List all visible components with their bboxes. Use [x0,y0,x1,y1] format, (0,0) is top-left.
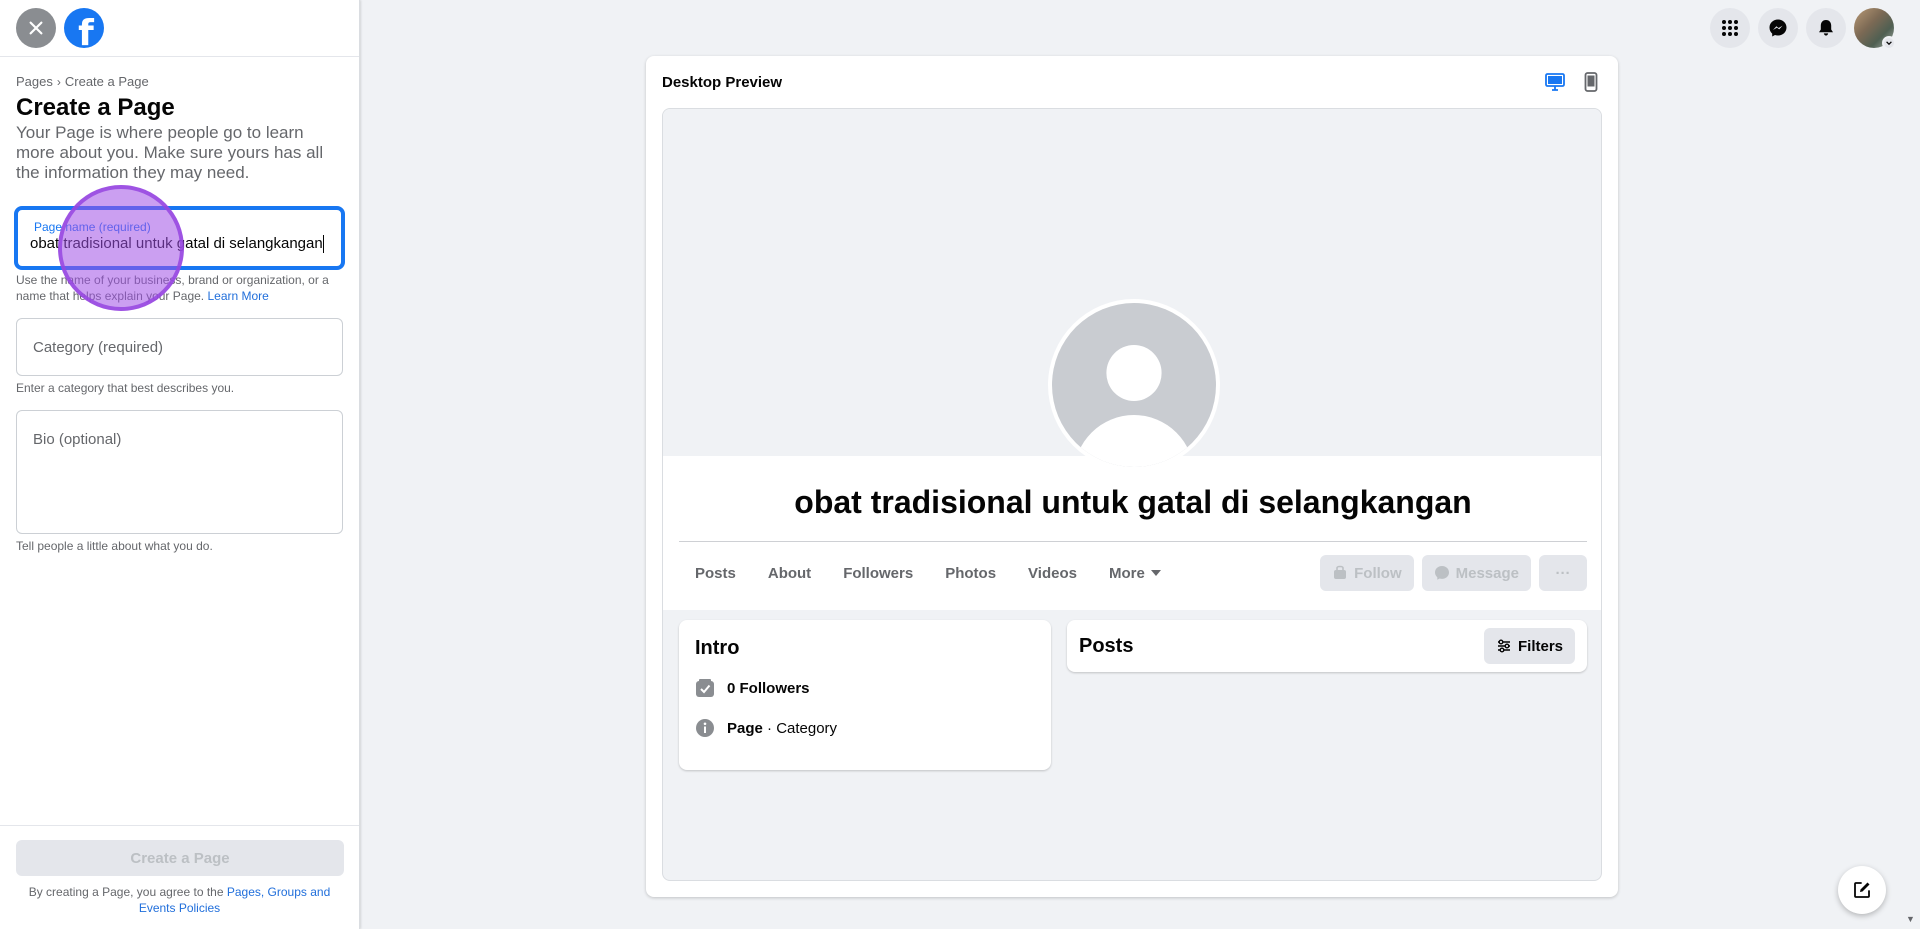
device-toggles [1544,71,1602,93]
panel-footer: Create a Page By creating a Page, you ag… [0,825,359,929]
create-page-panel: f Pages › Create a Page Create a Page Yo… [0,0,360,929]
preview-header: Desktop Preview [646,56,1618,108]
category-input[interactable]: Category (required) [16,318,343,376]
chevron-down-icon [1886,41,1892,46]
top-nav-icons [1710,8,1896,50]
page-preview: obat tradisional untuk gatal di selangka… [662,108,1602,881]
panel-header: f [0,0,359,57]
category-placeholder: Category (required) [33,338,164,356]
close-button[interactable] [16,8,56,48]
message-label: Message [1455,564,1519,582]
bio-placeholder: Bio (optional) [33,431,122,448]
category-row: Page · Category [695,718,1035,738]
tab-videos[interactable]: Videos [1012,543,1093,603]
page-name-helper: Use the name of your business, brand or … [16,272,343,304]
page-description: Your Page is where people go to learn mo… [16,123,324,182]
desktop-preview-icon[interactable] [1544,71,1566,93]
more-actions-button[interactable]: ··· [1539,555,1587,591]
terms-text: By creating a Page, you agree to the Pag… [16,884,343,916]
intro-title: Intro [695,637,740,659]
page-name-input[interactable]: Page name (required) obat tradisional un… [16,208,343,268]
avatar-head [1106,345,1162,401]
page-name-helper-text: Use the name of your business, brand or … [16,273,329,303]
tab-more-label: More [1108,564,1145,582]
page-label: Page [727,719,763,737]
filters-icon [1497,639,1510,653]
menu-button[interactable] [1710,8,1750,48]
posts-card: Posts Filters [1067,620,1587,672]
text-caret [322,235,324,254]
caret-down-icon [1150,570,1161,576]
messenger-icon [1434,566,1449,580]
message-button[interactable]: Message [1421,555,1531,591]
desktop-preview-card: Desktop Preview obat tradisional untuk g… [646,56,1618,897]
close-icon [29,21,43,35]
category-label: · Category [762,719,838,737]
avatar[interactable] [1854,8,1896,50]
follow-icon [1334,565,1347,579]
tab-followers[interactable]: Followers [827,543,929,603]
mobile-preview-icon[interactable] [1580,71,1602,93]
tab-about[interactable]: About [752,543,827,603]
page-tabs: Posts About Followers Photos Videos More… [679,543,1587,603]
terms-prefix: By creating a Page, you agree to the [28,885,224,899]
bio-textarea[interactable]: Bio (optional) [16,410,343,534]
preview-title: Desktop Preview [662,73,783,91]
scroll-down-icon[interactable]: ▼ [1906,914,1915,924]
tab-more[interactable]: More [1093,543,1177,603]
page-category-text: Page · Category [727,720,837,737]
avatar-body [1074,415,1194,467]
category-helper: Enter a category that best describes you… [16,381,235,395]
facebook-f-icon: f [78,12,94,49]
followers-row: 0 Followers [695,678,1035,698]
intro-card: Intro 0 Followers Page · Category [679,620,1051,770]
notifications-button[interactable] [1806,8,1846,48]
create-page-button[interactable]: Create a Page [16,840,344,876]
new-message-button[interactable] [1838,866,1886,914]
learn-more-link[interactable]: Learn More [207,289,268,303]
followers-count: 0 Followers [727,679,810,697]
filters-button[interactable]: Filters [1483,628,1575,664]
default-avatar-icon [1052,303,1216,467]
messenger-button[interactable] [1758,8,1798,48]
followers-check-icon [696,679,714,697]
bio-helper: Tell people a little about what you do. [16,539,213,553]
follow-label: Follow [1354,564,1402,582]
info-icon [696,719,714,737]
breadcrumb-separator: › [56,74,61,89]
menu-grid-icon [1722,20,1738,36]
tabs-divider [679,541,1587,542]
panel-body: Pages › Create a Page Create a Page Your… [0,57,359,554]
compose-icon [1854,882,1870,898]
breadcrumb-current: Create a Page [64,74,149,89]
tab-posts[interactable]: Posts [679,543,752,603]
posts-title: Posts [1079,635,1134,657]
page-title: Create a Page [16,94,175,121]
page-actions: Follow Message ··· [1320,555,1587,591]
page-name-label: Page name (required) [34,220,151,234]
breadcrumb: Pages › Create a Page [16,74,343,89]
preview-page-name: obat tradisional untuk gatal di selangka… [794,484,1472,520]
bell-icon [1819,20,1833,36]
filters-label: Filters [1517,637,1563,655]
page-name-text: obat tradisional untuk gatal di selangka… [30,235,323,252]
page-name-value: obat tradisional untuk gatal di selangka… [30,234,327,254]
facebook-logo[interactable]: f [64,8,104,48]
follow-button[interactable]: Follow [1320,555,1414,591]
messenger-icon [1769,19,1787,37]
breadcrumb-pages-link[interactable]: Pages [16,74,53,89]
account-chevron [1882,36,1896,50]
profile-picture [1048,299,1220,471]
tab-photos[interactable]: Photos [929,543,1012,603]
